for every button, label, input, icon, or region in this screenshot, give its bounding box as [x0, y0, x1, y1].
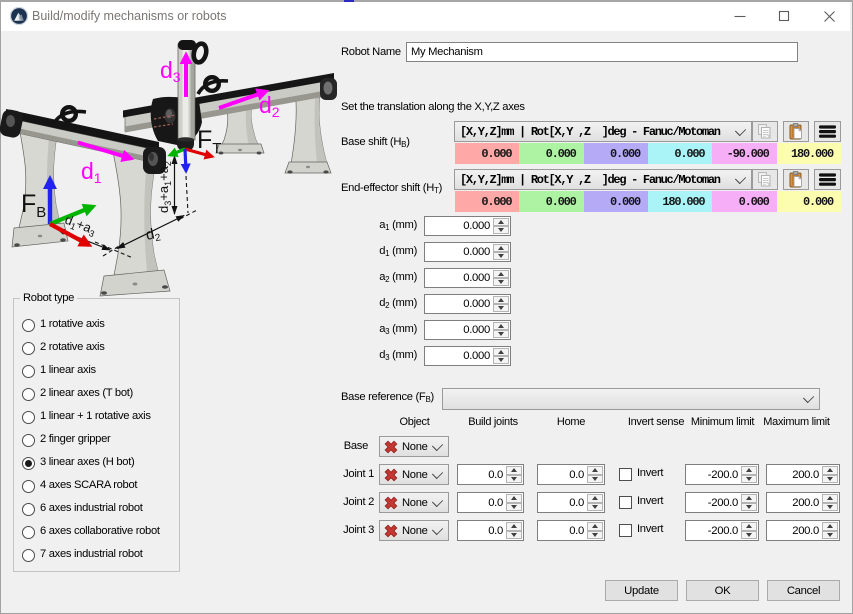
svg-text:d1: d1 [81, 158, 102, 186]
svg-text:FT: FT [197, 126, 221, 157]
svg-text:d3+a1+a2: d3+a1+a2 [156, 161, 173, 213]
